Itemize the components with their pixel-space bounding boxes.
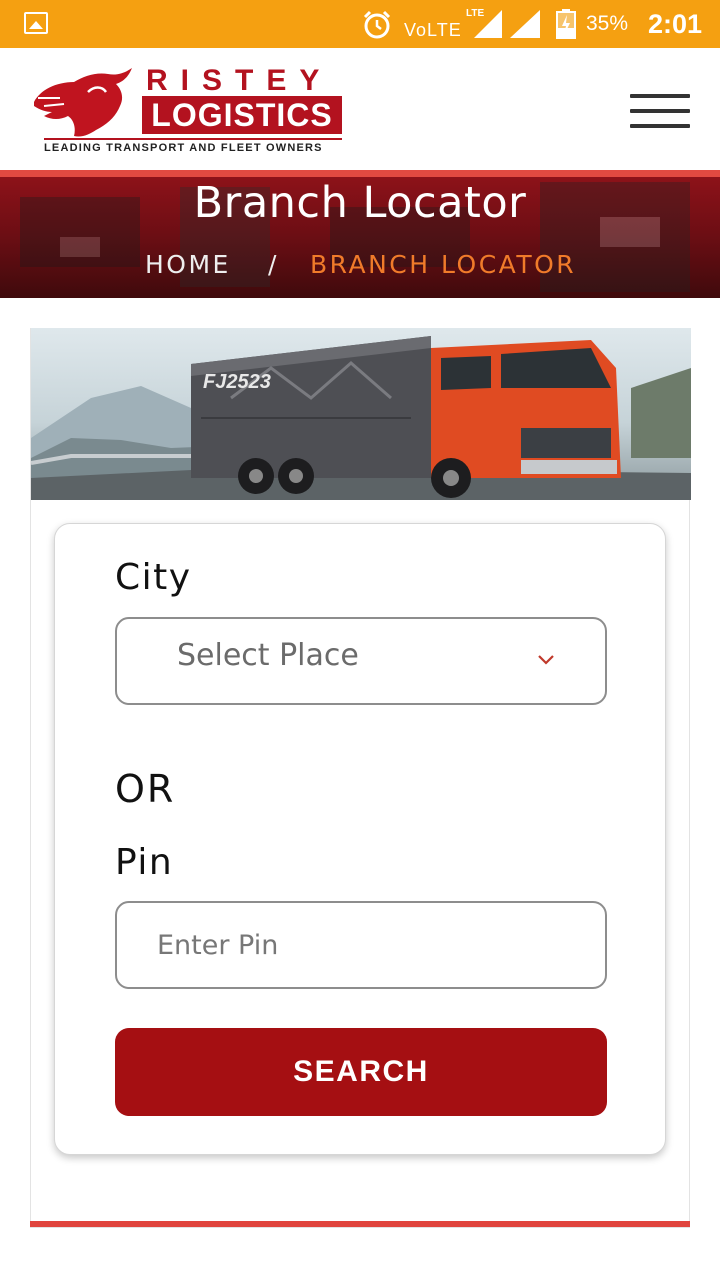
city-select-value: Select Place [177, 638, 359, 673]
breadcrumb: HOME / BRANCH LOCATOR [0, 250, 720, 286]
battery-charging-icon [556, 9, 576, 39]
status-bar: VoLTE LTE 35% 2:01 [0, 0, 720, 48]
logo-wordmark-top: RISTEY [146, 64, 333, 97]
alarm-icon [363, 10, 391, 39]
network-type-label: VoLTE [404, 20, 462, 40]
hamburger-menu-icon[interactable] [630, 94, 690, 130]
truck-plate-label: FJ2523 [203, 371, 271, 393]
pin-label: Pin [115, 842, 174, 883]
ristey-logistics-logo[interactable]: RISTEY LOGISTICS LEADING TRANSPORT AND F… [30, 64, 350, 156]
page-title: Branch Locator [193, 178, 527, 228]
logo-tagline: LEADING TRANSPORT AND FLEET OWNERS [44, 142, 323, 154]
battery-percentage: 35% [586, 12, 629, 35]
chevron-down-icon [538, 655, 554, 665]
pin-input[interactable] [115, 901, 607, 989]
site-header: RISTEY LOGISTICS LEADING TRANSPORT AND F… [0, 48, 720, 172]
logo-wordmark-bottom: LOGISTICS [142, 96, 342, 134]
search-button[interactable]: SEARCH [115, 1028, 607, 1116]
clock: 2:01 [648, 9, 703, 39]
breadcrumb-separator: / [268, 250, 279, 279]
image-notification-icon [24, 12, 48, 34]
signal-icon [474, 10, 502, 38]
truck-hero-image: FJ2523 [31, 328, 691, 500]
or-label: OR [115, 767, 176, 811]
signal-icon [510, 10, 540, 38]
city-label: City [115, 557, 192, 598]
truck-illustration: FJ2523 [31, 336, 691, 500]
logo-divider [44, 138, 342, 140]
breadcrumb-home-link[interactable]: HOME [145, 250, 231, 279]
city-select[interactable]: Select Place [115, 617, 607, 705]
search-form-card: City Select Place OR Pin SEARCH [54, 523, 666, 1155]
breadcrumb-current: BRANCH LOCATOR [310, 250, 577, 279]
bull-logo-icon [34, 68, 132, 137]
footer-divider [30, 1221, 690, 1227]
